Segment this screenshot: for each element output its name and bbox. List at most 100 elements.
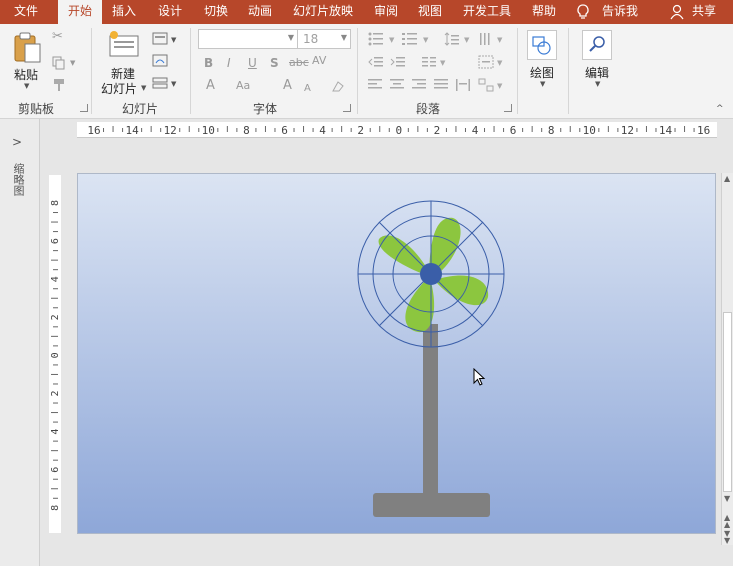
justify-icon[interactable] (434, 79, 448, 91)
underline-icon[interactable]: U (248, 56, 257, 70)
fan-pole[interactable] (423, 324, 438, 496)
decrease-indent-icon[interactable] (368, 55, 384, 69)
layout-dropdown-icon[interactable]: ▼ (171, 36, 176, 44)
change-case-icon[interactable]: Aa (236, 79, 250, 93)
numbering-dropdown-icon[interactable]: ▼ (423, 36, 428, 44)
align-text-dropdown-icon[interactable]: ▼ (497, 59, 502, 67)
tell-me-search[interactable]: 告诉我 (598, 0, 642, 24)
columns-icon[interactable] (421, 55, 437, 69)
tab-insert[interactable]: 插入 (104, 0, 144, 24)
thumbnail-panel-label[interactable]: 缩略图 (12, 163, 25, 196)
character-spacing-icon[interactable]: AV (312, 54, 326, 68)
ruler-label: 8 (548, 124, 555, 137)
fan-base[interactable] (373, 493, 490, 517)
ruler-label: 6 (281, 124, 288, 137)
scrollbar-thumb[interactable] (723, 312, 732, 492)
smartart-dropdown-icon[interactable]: ▼ (497, 82, 502, 90)
text-shadow-icon[interactable]: S (270, 56, 279, 70)
scroll-up-arrow-icon[interactable]: ▲ (724, 174, 730, 183)
ruler-label: 14 (659, 124, 673, 137)
editing-label[interactable]: 编辑 (585, 64, 609, 81)
format-painter-icon[interactable] (52, 78, 66, 92)
ribbon: 粘贴 ▼ ✂ ▼ 剪贴板 新建 幻灯片 ▼ ▼ ▼ 幻灯片 ▼ 18 ▼ B I… (0, 24, 733, 119)
copy-icon[interactable] (52, 56, 66, 70)
tab-home[interactable]: 开始 (58, 0, 102, 24)
find-search-icon[interactable] (582, 30, 612, 60)
tab-transitions[interactable]: 切换 (196, 0, 236, 24)
paste-label[interactable]: 粘贴 (14, 66, 38, 83)
tab-animations[interactable]: 动画 (240, 0, 280, 24)
shapes-icon[interactable] (527, 30, 557, 60)
drawing-label[interactable]: 绘图 (530, 64, 554, 81)
scroll-down-arrow-icon[interactable]: ▼ (724, 494, 730, 503)
reset-slide-icon[interactable] (152, 54, 168, 68)
ruler-label: 2 (357, 124, 364, 137)
new-slide-chevron-icon[interactable]: ▼ (141, 84, 146, 92)
ruler-label: 6 (50, 467, 61, 473)
strikethrough-icon[interactable]: abc (289, 56, 309, 70)
next-slide-icon[interactable]: ▼ ▼ (724, 530, 730, 545)
paste-dropdown-chevron-icon[interactable]: ▼ (24, 82, 29, 90)
chevron-down-icon: ▼ (340, 33, 347, 42)
tab-developer[interactable]: 开发工具 (458, 0, 516, 24)
clear-formatting-icon[interactable] (330, 79, 346, 93)
vertical-ruler-ticks: 8 6 4 2 0 2 4 6 8 (50, 200, 61, 511)
font-dialog-launcher-icon[interactable] (343, 104, 351, 112)
columns-dropdown-icon[interactable]: ▼ (440, 59, 445, 67)
ruler-label: 8 (50, 505, 61, 511)
tab-help[interactable]: 帮助 (524, 0, 564, 24)
cut-icon[interactable]: ✂ (52, 30, 63, 44)
tab-file[interactable]: 文件 (4, 0, 48, 24)
italic-icon[interactable]: I (227, 56, 231, 70)
collapse-ribbon-chevron-icon[interactable]: ^ (716, 104, 724, 114)
bullets-icon[interactable] (368, 32, 384, 46)
smartart-icon[interactable] (478, 78, 494, 92)
ruler-label: 16 (87, 124, 100, 137)
align-right-icon[interactable] (412, 79, 426, 91)
share-button[interactable]: 共享 (686, 0, 722, 24)
new-slide-icon[interactable] (108, 30, 140, 58)
bold-icon[interactable]: B (204, 56, 213, 70)
paste-icon[interactable] (12, 32, 42, 64)
clipboard-dialog-launcher-icon[interactable] (80, 104, 88, 112)
align-text-icon[interactable] (478, 55, 494, 69)
text-direction-dropdown-icon[interactable]: ▼ (497, 36, 502, 44)
group-separator (190, 28, 191, 114)
distributed-icon[interactable] (456, 79, 470, 91)
desk-fan-illustration[interactable] (78, 174, 717, 535)
new-slide-label-line2[interactable]: 幻灯片 (101, 80, 137, 97)
layout-icon[interactable] (152, 32, 168, 46)
font-color-icon[interactable]: A (206, 79, 215, 93)
drawing-chevron-icon[interactable]: ▼ (540, 80, 545, 88)
paragraph-dialog-launcher-icon[interactable] (504, 104, 512, 112)
editing-chevron-icon[interactable]: ▼ (595, 80, 600, 88)
line-spacing-dropdown-icon[interactable]: ▼ (464, 36, 469, 44)
font-size-combo[interactable]: 18 ▼ (297, 29, 351, 49)
tab-slide-show[interactable]: 幻灯片放映 (288, 0, 358, 24)
section-icon[interactable] (152, 76, 168, 90)
numbering-icon[interactable] (402, 32, 418, 46)
section-dropdown-icon[interactable]: ▼ (171, 80, 176, 88)
mouse-cursor-icon (473, 368, 486, 386)
bullets-dropdown-icon[interactable]: ▼ (389, 36, 394, 44)
previous-slide-icon[interactable]: ▲ ▲ (724, 514, 730, 529)
increase-indent-icon[interactable] (390, 55, 406, 69)
tab-design[interactable]: 设计 (150, 0, 190, 24)
ruler-label: 8 (50, 200, 61, 206)
tab-review[interactable]: 审阅 (366, 0, 406, 24)
decrease-font-size-icon[interactable]: A (304, 82, 311, 96)
fan-hub[interactable] (420, 263, 442, 285)
slide-canvas[interactable] (77, 173, 716, 534)
ruler-label: 4 (472, 124, 479, 137)
line-spacing-icon[interactable] (444, 32, 460, 46)
increase-font-size-icon[interactable]: A (283, 79, 292, 93)
expand-panel-chevron-icon[interactable]: > (12, 135, 22, 149)
ruler-label: 8 (243, 124, 250, 137)
copy-dropdown-icon[interactable]: ▼ (70, 59, 75, 67)
vertical-ruler: 8 6 4 2 0 2 4 6 8 (49, 175, 61, 533)
align-center-icon[interactable] (390, 79, 404, 91)
text-direction-icon[interactable] (478, 32, 494, 46)
tab-view[interactable]: 视图 (410, 0, 450, 24)
align-left-icon[interactable] (368, 79, 382, 91)
font-name-combo[interactable]: ▼ (198, 29, 298, 49)
